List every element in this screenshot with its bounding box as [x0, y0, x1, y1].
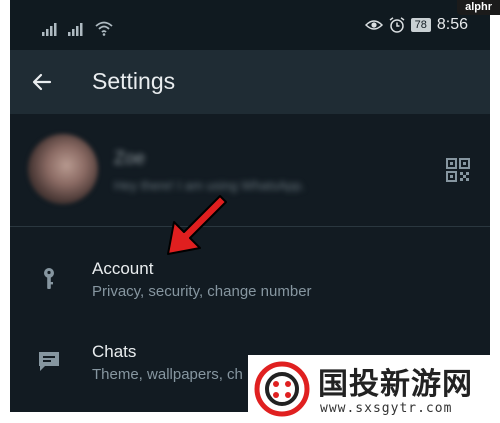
phone-screen: 78 8:56 Settings Zoe Hey there! I am usi… [10, 0, 490, 412]
signal-icon [42, 23, 57, 36]
back-arrow-icon[interactable] [30, 70, 54, 94]
status-time: 8:56 [436, 16, 468, 33]
watermark-corner: alphr [457, 0, 500, 15]
account-label: Account [92, 259, 154, 278]
key-icon [44, 268, 54, 289]
site-name: 国投新游网 [318, 367, 473, 402]
profile-row[interactable]: Zoe Hey there! I am using WhatsApp. [10, 114, 490, 226]
settings-item-account[interactable]: Account Privacy, security, change number [10, 240, 490, 320]
status-left-icons [42, 20, 114, 36]
app-bar: Settings [10, 50, 490, 114]
status-right-icons: 78 8:56 [364, 16, 468, 34]
site-url: www.sxsgytr.com [320, 401, 453, 416]
chats-label: Chats [92, 342, 137, 361]
profile-name: Zoe [114, 148, 146, 168]
status-bar: 78 8:56 [10, 0, 490, 50]
wifi-icon [95, 21, 113, 36]
chat-icon [39, 352, 59, 371]
page-title: Settings [92, 68, 176, 94]
battery-indicator: 78 [410, 18, 431, 32]
qr-code-icon[interactable] [446, 158, 470, 182]
divider [10, 226, 490, 227]
annotation-arrow [167, 195, 227, 255]
chats-subtitle: Theme, wallpapers, ch [92, 366, 243, 383]
site-logo-icon [254, 361, 310, 417]
avatar[interactable] [28, 134, 98, 204]
signal-icon-2 [68, 23, 83, 36]
account-subtitle: Privacy, security, change number [92, 283, 312, 300]
eye-icon [364, 20, 383, 30]
alarm-icon [389, 17, 405, 33]
watermark-site: 国投新游网 www.sxsgytr.com [248, 355, 500, 423]
